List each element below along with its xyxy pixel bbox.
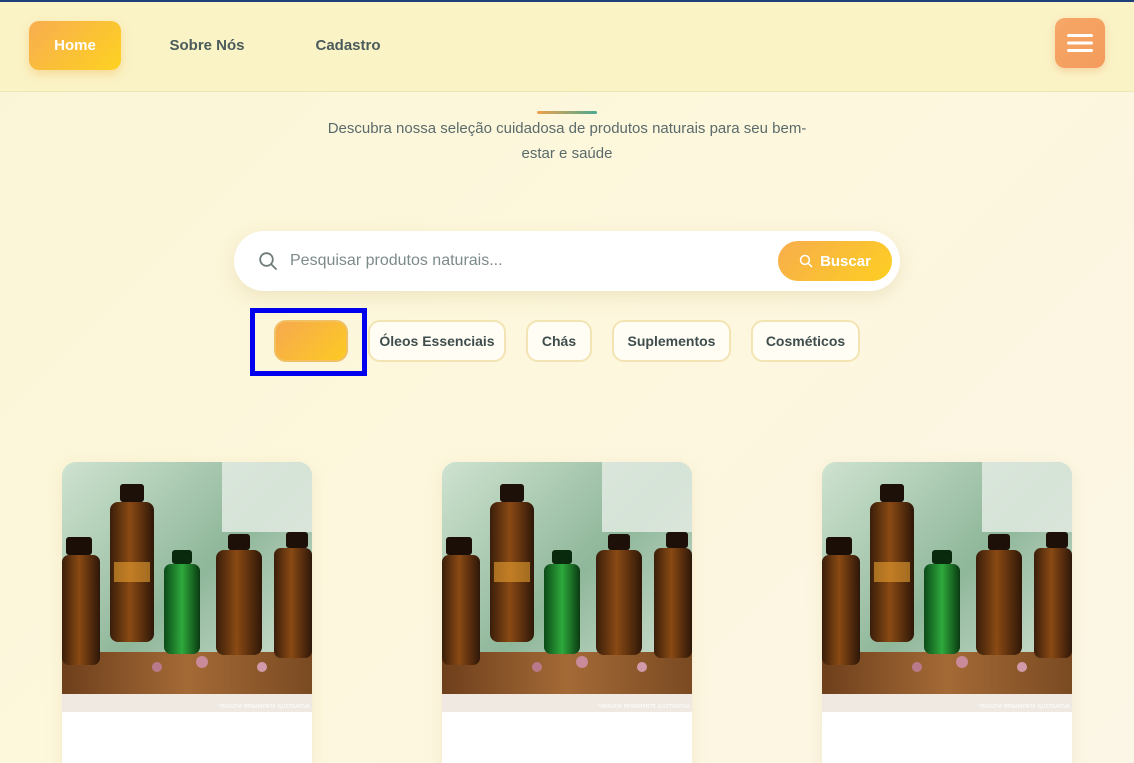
search-button[interactable]: Buscar	[778, 241, 892, 281]
product-card[interactable]: *IMAGEM MERAMENTE ILUSTRATIVA	[442, 462, 692, 763]
nav-link-home[interactable]: Home	[29, 21, 121, 70]
page-subtitle: Descubra nossa seleção cuidadosa de prod…	[327, 120, 807, 162]
menu-button[interactable]	[1055, 18, 1105, 68]
top-border	[0, 0, 1134, 2]
category-chip-all[interactable]	[274, 320, 348, 362]
product-card[interactable]: *IMAGEM MERAMENTE ILUSTRATIVA	[822, 462, 1072, 763]
category-chip-cosmeticos[interactable]: Cosméticos	[751, 320, 860, 362]
essential-oil-bottles-image	[442, 462, 692, 712]
search-icon	[259, 252, 277, 270]
search-bar: Buscar	[234, 231, 900, 291]
search-input[interactable]	[290, 243, 760, 279]
nav-link-sobre-nos[interactable]: Sobre Nós	[152, 21, 262, 70]
hamburger-icon	[1067, 34, 1093, 52]
essential-oil-bottles-image	[62, 462, 312, 712]
title-underline	[537, 111, 597, 114]
image-caption: *IMAGEM MERAMENTE ILUSTRATIVA	[598, 704, 690, 710]
image-caption: *IMAGEM MERAMENTE ILUSTRATIVA	[978, 704, 1070, 710]
category-chip-chas[interactable]: Chás	[526, 320, 592, 362]
category-chip-suplementos[interactable]: Suplementos	[612, 320, 731, 362]
search-button-icon	[799, 254, 813, 268]
product-image: *IMAGEM MERAMENTE ILUSTRATIVA	[62, 462, 312, 712]
essential-oil-bottles-image	[822, 462, 1072, 712]
product-image: *IMAGEM MERAMENTE ILUSTRATIVA	[822, 462, 1072, 712]
category-chip-oleos-essenciais[interactable]: Óleos Essenciais	[368, 320, 506, 362]
image-caption: *IMAGEM MERAMENTE ILUSTRATIVA	[218, 704, 310, 710]
search-button-label: Buscar	[820, 252, 871, 270]
product-card[interactable]: *IMAGEM MERAMENTE ILUSTRATIVA	[62, 462, 312, 763]
navbar: Home Sobre Nós Cadastro	[0, 2, 1134, 92]
nav-link-cadastro[interactable]: Cadastro	[298, 21, 398, 70]
product-image: *IMAGEM MERAMENTE ILUSTRATIVA	[442, 462, 692, 712]
